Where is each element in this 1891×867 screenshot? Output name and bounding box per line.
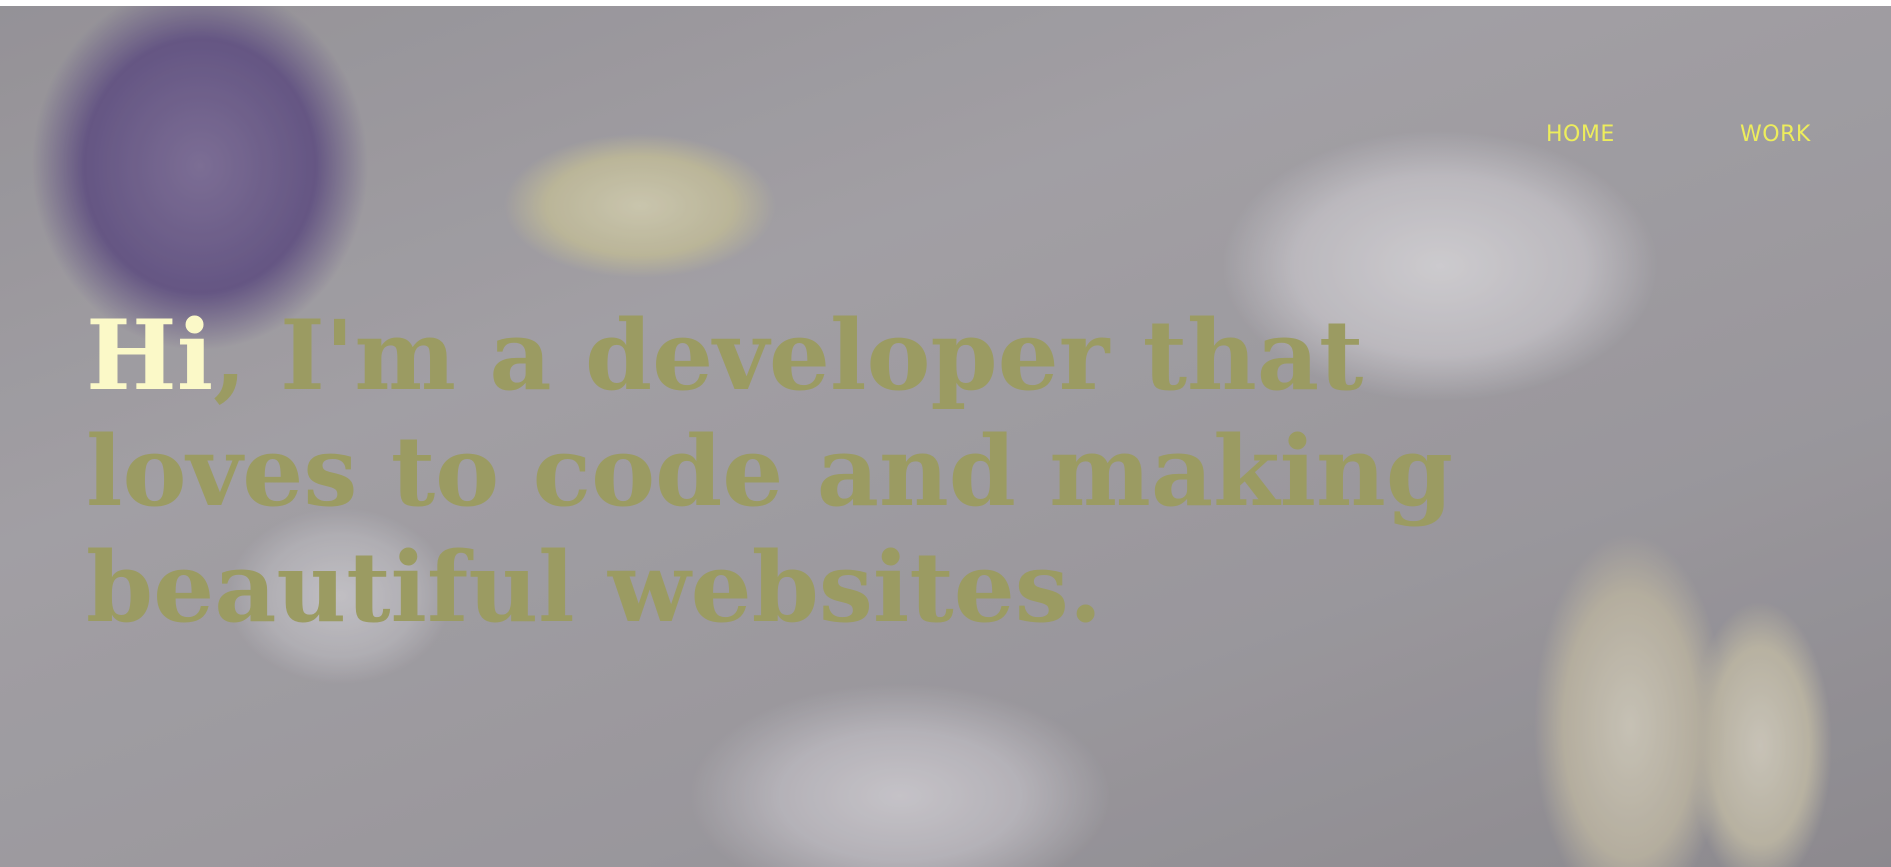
page: HOME WORK Hi, I'm a developer that loves… <box>0 0 1891 867</box>
top-nav: HOME WORK <box>0 122 1891 152</box>
nav-work-link[interactable]: WORK <box>1740 122 1811 147</box>
hero-greeting: Hi <box>86 299 214 412</box>
nav-home-link[interactable]: HOME <box>1546 122 1615 147</box>
hero-headline: Hi, I'm a developer that loves to code a… <box>86 298 1646 646</box>
hero-message: , I'm a developer that loves to code and… <box>86 299 1453 644</box>
